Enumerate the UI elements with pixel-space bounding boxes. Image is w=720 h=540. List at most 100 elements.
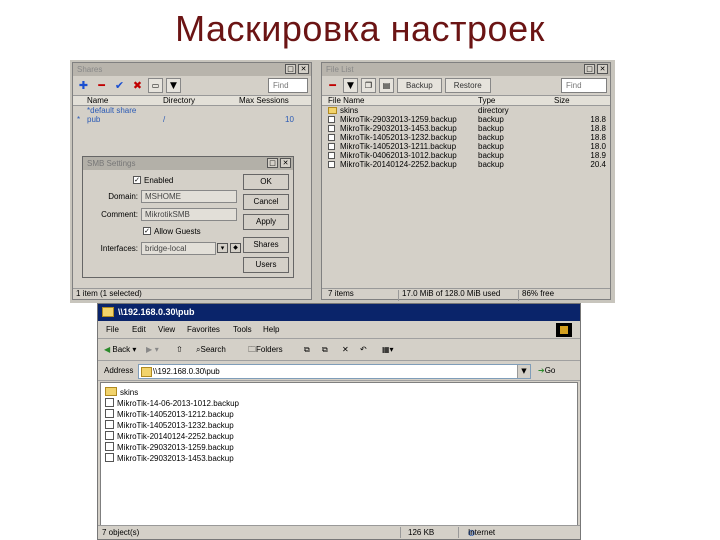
file-icon xyxy=(328,143,335,150)
up-folder-icon[interactable]: ⇧ xyxy=(176,343,183,357)
undo-icon[interactable]: ↶ xyxy=(360,343,367,357)
comment-field[interactable]: MikrotikSMB xyxy=(141,208,237,221)
table-row[interactable]: *default share xyxy=(73,106,311,115)
back-button[interactable]: ◀ Back ▾ xyxy=(104,343,136,357)
list-item-label: MikroTik-14-06-2013-1012.backup xyxy=(117,399,239,408)
status-objects: 7 object(s) xyxy=(102,528,140,537)
paste-icon[interactable]: ▤ xyxy=(379,78,394,93)
shares-title-text: Shares xyxy=(77,65,103,74)
list-item[interactable]: MikroTik-14052013-1232.backup xyxy=(105,420,234,431)
shares-status-text: 1 item (1 selected) xyxy=(76,289,142,298)
apply-button[interactable]: Apply xyxy=(243,214,289,230)
interfaces-select[interactable]: bridge-local xyxy=(141,242,216,255)
restore-icon[interactable]: □ xyxy=(584,64,595,74)
close-icon[interactable]: ✕ xyxy=(280,158,291,168)
menu-view[interactable]: View xyxy=(158,325,175,334)
find-input[interactable]: Find xyxy=(268,78,308,93)
list-item[interactable]: MikroTik-14-06-2013-1012.backup xyxy=(105,398,239,409)
file-list: skins directory MikroTik-29032013-1259.bac… xyxy=(322,106,610,296)
file-name: MikroTik-04062013-1012.backup xyxy=(340,151,457,160)
file-list-title-text: File List xyxy=(326,65,354,74)
menu-tools[interactable]: Tools xyxy=(233,325,252,334)
share-max-sessions: 10 xyxy=(285,115,294,124)
go-button[interactable]: ➔Go xyxy=(538,366,555,375)
move-to-icon[interactable]: ⧉ xyxy=(304,343,310,357)
table-row[interactable]: MikroTik-20140124-2252.backup backup 20.4 xyxy=(322,160,610,169)
menu-favorites[interactable]: Favorites xyxy=(187,325,220,334)
copy-to-icon[interactable]: ⧉ xyxy=(322,343,328,357)
add-remove-icon[interactable]: ◆ xyxy=(230,243,241,253)
enabled-label: Enabled xyxy=(144,176,174,185)
users-button[interactable]: Users xyxy=(243,257,289,273)
col-type[interactable]: Type xyxy=(478,96,495,106)
search-button[interactable]: ⌕Search xyxy=(196,343,226,357)
divider xyxy=(458,527,459,538)
table-row[interactable]: * pub / 10 xyxy=(73,115,311,124)
add-icon[interactable]: ✚ xyxy=(76,78,91,93)
find-input[interactable]: Find xyxy=(561,78,607,93)
table-row[interactable]: skins directory xyxy=(322,106,610,115)
disable-icon[interactable]: ✖ xyxy=(130,78,145,93)
close-icon[interactable]: ✕ xyxy=(597,64,608,74)
filter-icon[interactable]: ▼ xyxy=(166,78,181,93)
forward-button[interactable]: ▶ ▾ xyxy=(146,343,159,357)
folders-button[interactable]: 🗀Folders xyxy=(248,343,283,357)
divider xyxy=(400,527,401,538)
shares-window-title: Shares □ ✕ xyxy=(73,63,311,76)
windows-logo-icon xyxy=(556,323,572,337)
restore-button[interactable]: Restore xyxy=(444,78,491,93)
copy-icon[interactable]: ❐ xyxy=(361,78,376,93)
remove-icon[interactable]: ━ xyxy=(94,78,109,93)
explorer-status-bar: 7 object(s) 126 KB ◍ Internet xyxy=(98,525,580,539)
file-icon xyxy=(328,152,335,159)
dropdown-icon[interactable]: ▾ xyxy=(217,243,228,253)
file-type: backup xyxy=(478,124,504,133)
file-type: backup xyxy=(478,151,504,160)
col-size[interactable]: Size xyxy=(554,96,570,106)
enable-icon[interactable]: ✔ xyxy=(112,78,127,93)
list-item[interactable]: skins xyxy=(105,387,138,398)
domain-field[interactable]: MSHOME xyxy=(141,190,237,203)
list-item[interactable]: MikroTik-20140124-2252.backup xyxy=(105,431,234,442)
restore-icon[interactable]: □ xyxy=(285,64,296,74)
file-icon xyxy=(105,442,114,451)
col-file-name[interactable]: File Name xyxy=(328,96,364,106)
comment-label: Comment: xyxy=(101,210,138,219)
cancel-button[interactable]: Cancel xyxy=(243,194,289,210)
enabled-checkbox[interactable]: ✓ xyxy=(133,176,141,184)
restore-icon[interactable]: □ xyxy=(267,158,278,168)
filter-icon[interactable]: ▼ xyxy=(343,78,358,93)
list-item[interactable]: MikroTik-29032013-1259.backup xyxy=(105,442,234,453)
menu-edit[interactable]: Edit xyxy=(132,325,146,334)
backup-button[interactable]: Backup xyxy=(397,78,442,93)
allow-guests-label: Allow Guests xyxy=(154,227,201,236)
chevron-down-icon[interactable]: ▼ xyxy=(517,365,530,378)
table-row[interactable]: MikroTik-14052013-1211.backup backup 18.0 xyxy=(322,142,610,151)
comment-icon[interactable]: ▭ xyxy=(148,78,163,93)
table-row[interactable]: MikroTik-14052013-1232.backup backup 18.8 xyxy=(322,133,610,142)
address-input[interactable]: \\192.168.0.30\pub ▼ xyxy=(138,364,531,379)
list-item-label: MikroTik-29032013-1453.backup xyxy=(117,454,234,463)
views-icon[interactable]: ▦▾ xyxy=(382,343,394,357)
list-item[interactable]: MikroTik-29032013-1453.backup xyxy=(105,453,234,464)
menu-help[interactable]: Help xyxy=(263,325,279,334)
remove-icon[interactable]: ━ xyxy=(325,78,340,93)
menu-file[interactable]: File xyxy=(106,325,119,334)
divider xyxy=(398,290,399,301)
table-row[interactable]: MikroTik-29032013-1453.backup backup 18.8 xyxy=(322,124,610,133)
list-item[interactable]: MikroTik-14052013-1212.backup xyxy=(105,409,234,420)
ok-button[interactable]: OK xyxy=(243,174,289,190)
allow-guests-checkbox[interactable]: ✓ xyxy=(143,227,151,235)
file-size: 20.4 xyxy=(590,160,606,169)
back-arrow-icon: ◀ xyxy=(104,345,111,354)
table-row[interactable]: MikroTik-29032013-1259.backup backup 18.8 xyxy=(322,115,610,124)
shares-table-header: Name Directory Max Sessions xyxy=(73,95,311,106)
col-name[interactable]: Name xyxy=(87,96,108,106)
delete-icon[interactable]: ✕ xyxy=(342,343,349,357)
col-directory[interactable]: Directory xyxy=(163,96,195,106)
shares-button[interactable]: Shares xyxy=(243,237,289,253)
close-icon[interactable]: ✕ xyxy=(298,64,309,74)
col-max-sessions[interactable]: Max Sessions xyxy=(239,96,289,106)
list-item-label: MikroTik-14052013-1232.backup xyxy=(117,421,234,430)
table-row[interactable]: MikroTik-04062013-1012.backup backup 18.9 xyxy=(322,151,610,160)
